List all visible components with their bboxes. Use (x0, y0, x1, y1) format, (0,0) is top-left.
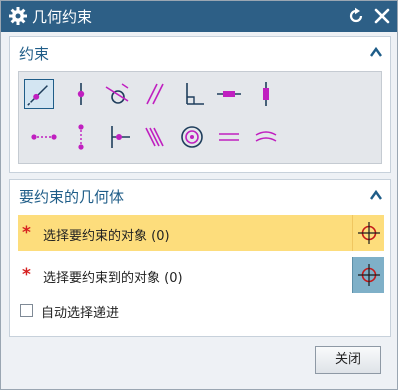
vertical-constraint-icon[interactable] (251, 79, 281, 109)
vertical-alignment-constraint-icon[interactable] (66, 122, 96, 152)
chevron-up-icon[interactable] (369, 46, 383, 58)
crosshair-icon (358, 222, 380, 244)
title-bar: 几何约束 (1, 1, 397, 32)
point-on-curve-constraint-icon[interactable] (24, 79, 54, 109)
crosshair-icon (358, 264, 380, 286)
select-target-row[interactable]: * 选择要约束到的对象 (0) (18, 257, 384, 293)
close-button[interactable]: 关闭 (315, 346, 381, 374)
select-object-row[interactable]: * 选择要约束的对象 (0) (18, 215, 384, 251)
select-target-label: 选择要约束到的对象 (0) (43, 271, 183, 286)
horizontal-constraint-icon[interactable] (214, 79, 244, 109)
tangent-constraint-icon[interactable] (102, 79, 132, 109)
select-object-label: 选择要约束的对象 (0) (43, 229, 170, 244)
collinear-constraint-icon[interactable] (140, 122, 170, 152)
required-mark: * (22, 265, 31, 285)
select-target-button[interactable] (352, 257, 384, 293)
auto-select-option[interactable]: 自动选择递进 (20, 302, 220, 321)
midpoint-constraint-icon[interactable] (103, 122, 133, 152)
required-mark: * (22, 223, 31, 243)
chevron-up-icon[interactable] (369, 189, 383, 201)
auto-select-checkbox[interactable] (20, 304, 33, 317)
parallel-constraint-icon[interactable] (140, 79, 170, 109)
equal-length-constraint-icon[interactable] (214, 122, 244, 152)
geometric-constraints-dialog: 几何约束 约束 要约束的几何体 * 选择要约束的对象 (0) * 选择要约束到的… (0, 0, 398, 390)
concentric-constraint-icon[interactable] (177, 122, 207, 152)
reset-icon[interactable] (347, 7, 365, 25)
gear-icon[interactable] (8, 6, 28, 26)
geometry-section-header[interactable]: 要约束的几何体 (10, 180, 390, 210)
auto-select-label: 自动选择递进 (41, 306, 120, 321)
constraints-section: 约束 (9, 36, 391, 173)
point-on-line-constraint-icon[interactable] (66, 79, 96, 109)
geometry-section: 要约束的几何体 * 选择要约束的对象 (0) * 选择要约束到的对象 (0) 自… (9, 179, 391, 337)
constraints-section-header[interactable]: 约束 (10, 37, 390, 67)
close-icon[interactable] (373, 7, 391, 25)
geometry-section-title: 要约束的几何体 (19, 188, 125, 206)
dialog-title: 几何约束 (32, 8, 93, 26)
constraints-section-title: 约束 (19, 45, 50, 63)
select-object-button[interactable] (352, 215, 384, 251)
equal-radius-constraint-icon[interactable] (251, 122, 281, 152)
constraint-toolbar (18, 71, 382, 164)
perpendicular-constraint-icon[interactable] (177, 79, 207, 109)
horizontal-alignment-constraint-icon[interactable] (29, 122, 59, 152)
